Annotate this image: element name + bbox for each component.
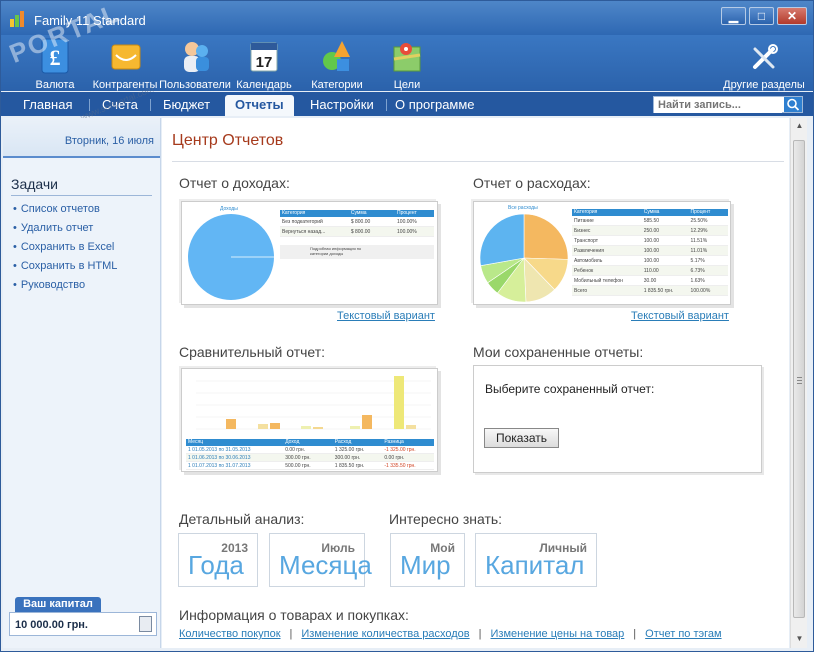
search-button[interactable] [784,97,802,112]
expense-text-version-link[interactable]: Текстовый вариант [631,310,729,322]
main-toolbar: £ Валюта Контрагенты Пользователи 17 Кал… [1,35,813,91]
task-list-reports[interactable]: • Список отчетов [13,203,160,215]
capital-value: 10 000.00 грн. [9,612,157,636]
expense-pie-slice [479,213,525,267]
saved-reports-title: Мои сохраненные отчеты: [473,344,644,360]
minimize-button[interactable]: ▁ [721,7,746,25]
svg-text:17: 17 [256,54,273,71]
tile-personal-capital[interactable]: Личный Капитал [475,533,597,587]
expense-pie-label: Все расходы [508,205,538,211]
income-text-version-link[interactable]: Текстовый вариант [337,310,435,322]
app-window: Family 11 Standard ▁ □ ✕ £ Валюта Контра… [0,0,814,652]
interesting-title: Интересно знать: [389,511,503,527]
link-expense-quantity-change[interactable]: Изменение количества расходов [301,628,469,640]
scroll-down-arrow-icon[interactable]: ▼ [791,631,808,648]
users-icon [178,37,212,77]
income-table: Категория Сумма Процент Без подкатегорий $ … [280,210,434,259]
toolbar-calendar[interactable]: 17 Календарь [228,37,300,91]
income-report-title: Отчет о доходах: [179,175,290,191]
title-bar: Family 11 Standard ▁ □ ✕ [1,1,813,35]
expense-report-title: Отчет о расходах: [473,175,591,191]
vertical-scrollbar[interactable]: ▲ ▼ [790,118,807,648]
link-price-change[interactable]: Изменение цены на товар [491,628,625,640]
saved-report-prompt: Выберите сохраненный отчет: [485,382,655,396]
compare-report-preview[interactable]: Месяц Доход Расход Разница 1 01.05.2013 по … [181,368,438,472]
task-delete-report[interactable]: • Удалить отчет [13,222,160,234]
link-tags-report[interactable]: Отчет по тэгам [645,628,721,640]
page-title: Центр Отчетов [172,132,284,149]
tab-settings[interactable]: Настройки [300,95,384,116]
show-button[interactable]: Показать [484,428,559,448]
categories-icon [320,37,354,77]
scroll-thumb[interactable] [793,140,805,618]
tab-budget[interactable]: Бюджет [153,95,220,116]
scroll-up-arrow-icon[interactable]: ▲ [791,118,808,135]
compare-table: Месяц Доход Расход Разница 1 01.05.2013 по … [186,439,434,470]
tools-icon [747,37,781,77]
calendar-icon: 17 [247,37,281,77]
title-divider [172,161,784,162]
goods-info-title: Информация о товарах и покупках: [179,607,409,623]
saved-reports-panel: Выберите сохраненный отчет: Показать [473,365,762,473]
search-input[interactable] [654,97,782,113]
tab-home[interactable]: Главная [13,95,82,116]
task-guide[interactable]: • Руководство [13,279,160,291]
contacts-icon [108,37,142,77]
reports-center: Центр Отчетов Отчет о доходах: Доходы Ка… [162,118,789,648]
task-save-excel[interactable]: • Сохранить в Excel [13,241,160,253]
link-purchase-count[interactable]: Количество покупок [179,628,281,640]
sidebar: Вторник, 16 июля Задачи • Список отчетов … [3,118,161,648]
task-save-html[interactable]: • Сохранить в HTML [13,260,160,272]
expense-report-preview[interactable]: Все расходы Категория Сумма Процент Питани… [473,201,731,305]
close-button[interactable]: ✕ [777,7,807,25]
income-report-preview[interactable]: Доходы Категория Сумма Процент Без подкате… [181,201,438,305]
tile-year[interactable]: 2013 Года [178,533,258,587]
tab-separator [150,99,151,111]
current-date: Вторник, 16 июля [3,118,160,158]
goods-links: Количество покупок | Изменение количества … [179,628,722,640]
compare-bar-chart [196,376,431,430]
expense-pie-slice [523,213,569,260]
app-logo-icon [10,11,26,27]
toolbar-users[interactable]: Пользователи [159,37,231,91]
search-icon [787,98,800,111]
search-box [653,96,803,113]
toolbar-goals[interactable]: Цели [371,37,443,91]
toolbar-other-sections[interactable]: Другие разделы [719,37,809,91]
tasks-heading: Задачи [11,176,152,196]
toolbar-categories[interactable]: Категории [301,37,373,91]
tile-month[interactable]: Июль Месяца [269,533,372,587]
capital-label: Ваш капитал [15,597,101,612]
compare-report-title: Сравнительный отчет: [179,344,326,360]
expense-pie-chart [479,213,569,303]
maximize-button[interactable]: □ [749,7,774,25]
tab-reports[interactable]: Отчеты [225,95,294,116]
income-pie-chart [188,214,274,300]
expense-table: Категория Сумма Процент Питание 585.50 25.50… [572,209,728,296]
detail-analysis-title: Детальный анализ: [179,511,305,527]
tile-my-world[interactable]: Мой Мир [390,533,465,587]
tab-about[interactable]: О программе [385,95,485,116]
goals-icon [390,37,424,77]
calculator-icon[interactable] [139,616,152,632]
